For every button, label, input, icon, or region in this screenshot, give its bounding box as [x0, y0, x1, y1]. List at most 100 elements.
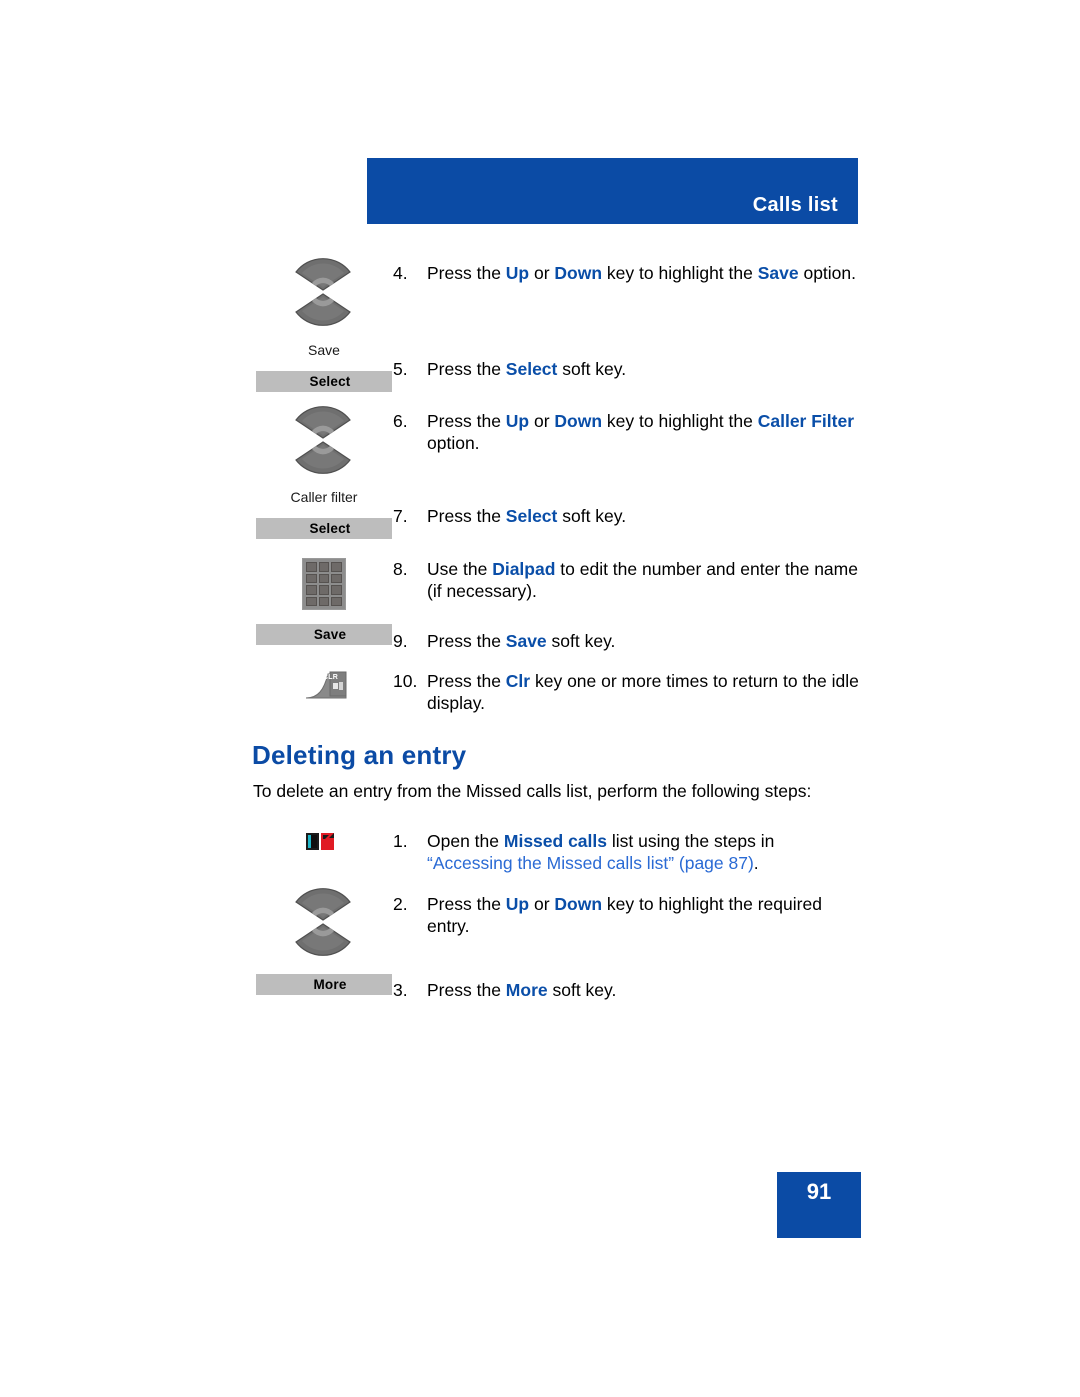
- step-item-2-delete: 2. Press the Up or Down key to highlight…: [393, 893, 863, 937]
- step-text: Press the Up or Down key to highlight th…: [427, 893, 863, 937]
- step-number: 7.: [393, 506, 408, 526]
- dialpad-key: [331, 585, 342, 595]
- softkey-save[interactable]: Save: [256, 624, 392, 645]
- text-run: soft key.: [557, 506, 627, 526]
- key-name: Save: [505, 631, 547, 651]
- step-text: Press the Up or Down key to highlight th…: [427, 410, 863, 454]
- nav-key-label-save: Save: [308, 342, 340, 358]
- key-name: More: [505, 980, 548, 1000]
- step-text: Press the Clr key one or more times to r…: [427, 670, 863, 714]
- missed-calls-icon: [305, 832, 339, 854]
- cross-reference-link[interactable]: “Accessing the Missed calls list” (page …: [427, 853, 754, 873]
- softkey-select-1[interactable]: Select: [256, 371, 392, 392]
- key-name: Dialpad: [492, 559, 556, 579]
- dialpad-key: [306, 596, 317, 606]
- dialpad-key: [306, 585, 317, 595]
- page-number-box: 91: [777, 1172, 861, 1238]
- dialpad-key: [306, 573, 317, 583]
- step-number: 4.: [393, 263, 408, 283]
- dialpad-key: [318, 596, 330, 606]
- softkey-select-2[interactable]: Select: [256, 518, 392, 539]
- step-text: Open the Missed calls list using the ste…: [427, 830, 863, 874]
- text-run: Press the: [427, 506, 506, 526]
- step-text: Press the Select soft key.: [427, 358, 863, 380]
- text-run: key to highlight the: [602, 411, 758, 431]
- softkey-more[interactable]: More: [256, 974, 392, 995]
- text-run: or: [529, 263, 555, 283]
- step-number: 2.: [393, 894, 408, 914]
- key-name: Missed calls: [503, 831, 607, 851]
- text-run: list using the steps in: [607, 831, 775, 851]
- step-item-9: 9. Press the Save soft key.: [393, 630, 863, 652]
- text-run: Press the: [427, 980, 506, 1000]
- text-run: Press the: [427, 263, 506, 283]
- manual-page: Calls list Save Select Caller filter Sel…: [0, 0, 1080, 1397]
- text-run: or: [529, 411, 555, 431]
- step-text: Press the Select soft key.: [427, 505, 863, 527]
- step-number: 1.: [393, 831, 408, 851]
- up-down-nav-key-icon-caller-filter: [290, 398, 356, 482]
- dialpad-icon: [302, 558, 346, 610]
- step-number: 9.: [393, 631, 408, 651]
- text-run: Press the: [427, 359, 506, 379]
- step-item-5: 5. Press the Select soft key.: [393, 358, 863, 380]
- page-header-title: Calls list: [752, 194, 838, 216]
- step-number: 8.: [393, 559, 408, 579]
- key-name: Up: [505, 263, 530, 283]
- step-text: Use the Dialpad to edit the number and e…: [427, 558, 863, 602]
- key-name: Up: [505, 894, 530, 914]
- nav-key-label-caller-filter: Caller filter: [290, 489, 358, 505]
- key-name: Clr: [505, 671, 531, 691]
- section-intro-text: To delete an entry from the Missed calls…: [253, 781, 812, 801]
- step-item-3-delete: 3. Press the More soft key.: [393, 979, 863, 1001]
- key-name: Down: [554, 263, 603, 283]
- softkey-save-label: Save: [313, 627, 347, 642]
- step-text: Press the Save soft key.: [427, 630, 863, 652]
- softkey-select-2-label: Select: [309, 521, 351, 536]
- key-name: Caller Filter: [757, 411, 855, 431]
- key-name: Down: [554, 411, 603, 431]
- step-text: Press the More soft key.: [427, 979, 863, 1001]
- softkey-select-1-label: Select: [309, 374, 351, 389]
- step-item-1-delete: 1. Open the Missed calls list using the …: [393, 830, 863, 874]
- section-heading-deleting-an-entry: Deleting an entry: [252, 740, 467, 770]
- text-run: soft key.: [557, 359, 627, 379]
- step-item-7: 7. Press the Select soft key.: [393, 505, 863, 527]
- key-name: Save: [757, 263, 799, 283]
- step-item-8: 8. Use the Dialpad to edit the number an…: [393, 558, 863, 602]
- dialpad-key: [318, 585, 330, 595]
- text-run: .: [753, 853, 759, 873]
- text-run: or: [529, 894, 555, 914]
- text-run: option.: [798, 263, 856, 283]
- key-name: Down: [554, 894, 603, 914]
- text-run: key to highlight the: [602, 263, 758, 283]
- step-text: Press the Up or Down key to highlight th…: [427, 262, 863, 284]
- softkey-more-label: More: [313, 977, 347, 992]
- text-run: Use the: [427, 559, 493, 579]
- step-number: 5.: [393, 359, 408, 379]
- step-item-4: 4. Press the Up or Down key to highlight…: [393, 262, 863, 284]
- up-down-nav-key-icon-entry: [290, 880, 356, 964]
- page-number: 91: [806, 1179, 832, 1204]
- up-down-nav-key-icon-save: [290, 250, 356, 334]
- page-header-band: Calls list: [367, 158, 858, 224]
- dialpad-key: [331, 573, 342, 583]
- text-run: Press the: [427, 411, 506, 431]
- text-run: soft key.: [546, 631, 616, 651]
- text-run: soft key.: [547, 980, 617, 1000]
- key-name: Up: [505, 411, 530, 431]
- step-item-6: 6. Press the Up or Down key to highlight…: [393, 410, 863, 454]
- text-run: option.: [427, 433, 480, 453]
- step-number: 3.: [393, 980, 408, 1000]
- dialpad-key: [306, 562, 317, 572]
- dialpad-key: [331, 596, 342, 606]
- step-number: 10.: [393, 671, 418, 691]
- step-item-10: 10. Press the Clr key one or more times …: [393, 670, 863, 714]
- text-run: Press the: [427, 894, 506, 914]
- dialpad-key: [331, 562, 342, 572]
- key-name: Select: [505, 359, 558, 379]
- step-number: 6.: [393, 411, 408, 431]
- text-run: Press the: [427, 631, 506, 651]
- text-run: Open the: [427, 831, 504, 851]
- key-name: Select: [505, 506, 558, 526]
